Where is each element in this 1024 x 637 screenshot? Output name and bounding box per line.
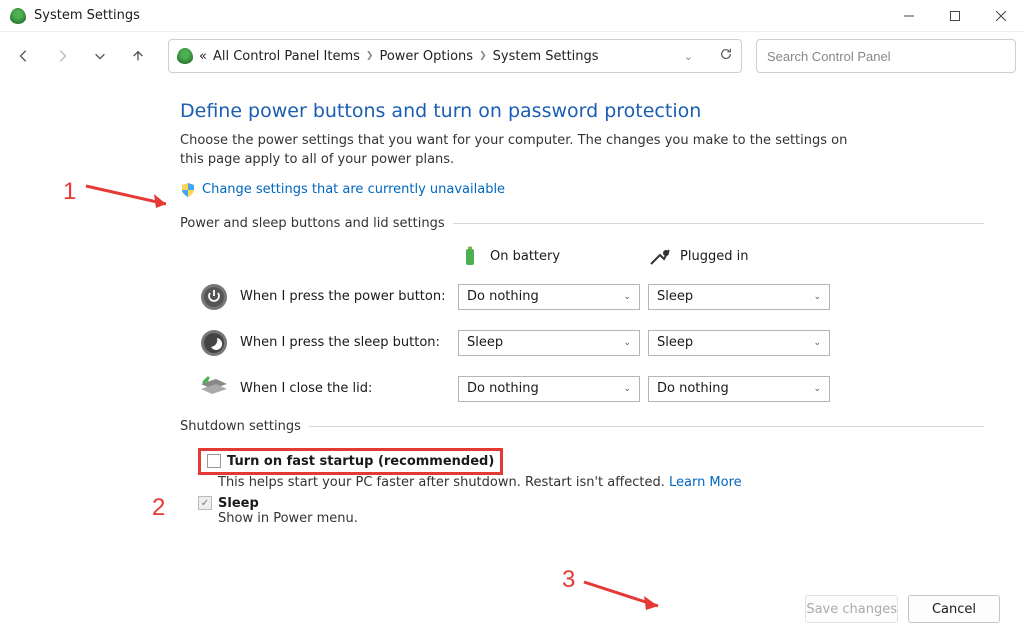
breadcrumb-item[interactable]: System Settings — [493, 49, 599, 64]
plug-icon — [648, 245, 672, 269]
title-bar: System Settings — [0, 0, 1024, 32]
row-label: When I press the sleep button: — [240, 335, 458, 350]
power-button-battery-dropdown[interactable]: Do nothing⌄ — [458, 284, 640, 310]
lid-close-row: When I close the lid: Do nothing⌄ Do not… — [198, 373, 984, 405]
row-label: When I close the lid: — [240, 381, 458, 396]
sleep-button-row: When I press the sleep button: Sleep⌄ Sl… — [198, 327, 984, 359]
power-button-plugged-dropdown[interactable]: Sleep⌄ — [648, 284, 830, 310]
section-heading: Power and sleep buttons and lid settings — [180, 216, 984, 231]
battery-icon — [458, 245, 482, 269]
forward-button[interactable] — [46, 40, 78, 72]
learn-more-link[interactable]: Learn More — [669, 475, 742, 490]
chevron-down-icon: ⌄ — [623, 338, 631, 348]
cancel-button[interactable]: Cancel — [908, 595, 1000, 623]
fast-startup-label: Turn on fast startup (recommended) — [227, 454, 494, 469]
column-header-plugged: Plugged in — [680, 249, 748, 264]
breadcrumb-prefix: « — [199, 49, 207, 64]
lid-plugged-dropdown[interactable]: Do nothing⌄ — [648, 376, 830, 402]
window-title: System Settings — [34, 8, 140, 23]
fast-startup-description: This helps start your PC faster after sh… — [218, 475, 669, 490]
content-area: Define power buttons and turn on passwor… — [0, 80, 1024, 526]
location-icon — [177, 48, 193, 64]
chevron-down-icon: ⌄ — [623, 292, 631, 302]
admin-link-label: Change settings that are currently unava… — [202, 182, 505, 197]
annotation-number-1: 1 — [63, 178, 76, 206]
sleep-description: Show in Power menu. — [218, 511, 984, 526]
row-label: When I press the power button: — [240, 289, 458, 304]
minimize-button[interactable] — [886, 0, 932, 32]
chevron-down-icon: ⌄ — [813, 292, 821, 302]
annotation-highlight-box: Turn on fast startup (recommended) — [198, 448, 503, 475]
save-changes-button[interactable]: Save changes — [805, 595, 898, 623]
breadcrumb-item[interactable]: Power Options — [379, 49, 473, 64]
chevron-down-icon: ⌄ — [813, 338, 821, 348]
sleep-label: Sleep — [218, 496, 259, 511]
chevron-down-icon: ⌄ — [813, 384, 821, 394]
power-icon — [198, 281, 230, 313]
refresh-button[interactable] — [719, 47, 733, 65]
change-unavailable-settings-link[interactable]: Change settings that are currently unava… — [180, 182, 984, 198]
lid-battery-dropdown[interactable]: Do nothing⌄ — [458, 376, 640, 402]
annotation-number-3: 3 — [562, 566, 575, 594]
chevron-down-icon[interactable]: ⌄ — [684, 50, 693, 63]
page-description: Choose the power settings that you want … — [180, 132, 860, 170]
breadcrumb-item[interactable]: All Control Panel Items — [213, 49, 360, 64]
annotation-arrow-3 — [580, 576, 680, 616]
back-button[interactable] — [8, 40, 40, 72]
page-title: Define power buttons and turn on passwor… — [180, 100, 984, 122]
fast-startup-checkbox[interactable] — [207, 454, 221, 468]
annotation-number-2: 2 — [152, 494, 165, 522]
lid-icon — [198, 373, 230, 405]
sleep-icon — [198, 327, 230, 359]
sleep-checkbox[interactable]: ✓ — [198, 496, 212, 510]
close-button[interactable] — [978, 0, 1024, 32]
power-button-row: When I press the power button: Do nothin… — [198, 281, 984, 313]
search-input[interactable] — [756, 39, 1016, 73]
chevron-down-icon: ⌄ — [623, 384, 631, 394]
address-bar[interactable]: « All Control Panel Items ❯ Power Option… — [168, 39, 742, 73]
chevron-right-icon: ❯ — [366, 51, 374, 61]
section-heading-shutdown: Shutdown settings — [180, 419, 984, 434]
shield-icon — [180, 182, 196, 198]
maximize-button[interactable] — [932, 0, 978, 32]
column-header-battery: On battery — [490, 249, 560, 264]
nav-bar: « All Control Panel Items ❯ Power Option… — [0, 32, 1024, 80]
up-button[interactable] — [122, 40, 154, 72]
app-icon — [10, 8, 26, 24]
sleep-button-plugged-dropdown[interactable]: Sleep⌄ — [648, 330, 830, 356]
sleep-button-battery-dropdown[interactable]: Sleep⌄ — [458, 330, 640, 356]
recent-dropdown-button[interactable] — [84, 40, 116, 72]
chevron-right-icon: ❯ — [479, 51, 487, 61]
